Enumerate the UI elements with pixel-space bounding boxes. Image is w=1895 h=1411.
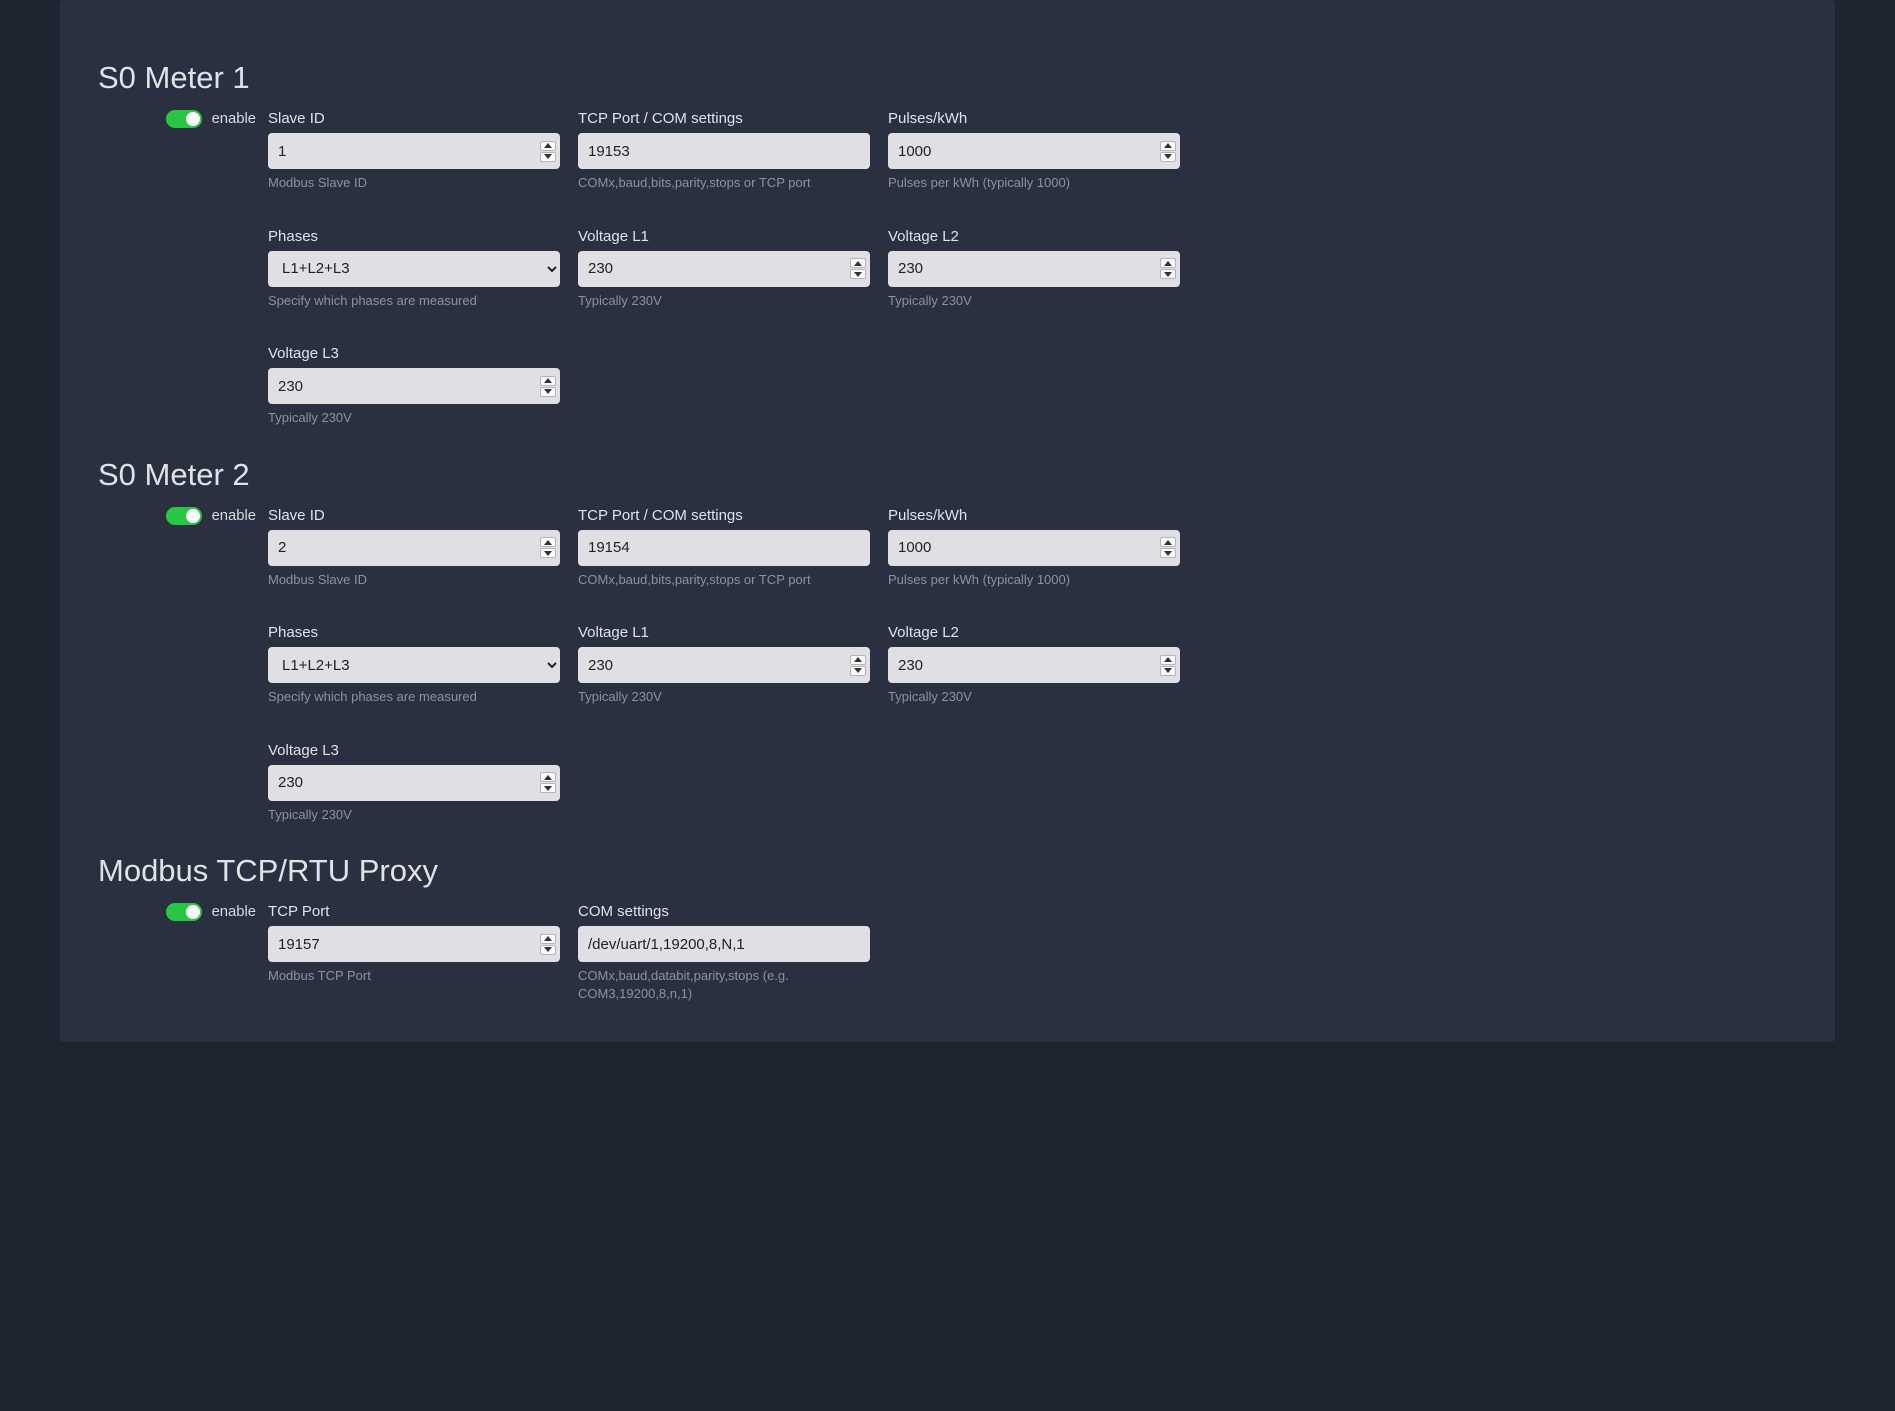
field-vl1-m1: Voltage L1 Typically 230V	[578, 228, 870, 310]
enable-label: enable	[212, 904, 256, 920]
field-pulses-m2: Pulses/kWh Pulses per kWh (typically 100…	[888, 507, 1180, 589]
proxy-port-input[interactable]	[268, 926, 560, 962]
label: Voltage L3	[268, 742, 560, 759]
label: Pulses/kWh	[888, 110, 1180, 127]
vl3-input-m2[interactable]	[268, 765, 560, 801]
field-proxy-com: COM settings COMx,baud,databit,parity,st…	[578, 903, 870, 1002]
help: Typically 230V	[888, 292, 1180, 310]
stepper-down-icon[interactable]	[540, 783, 556, 793]
slave-id-input-m2[interactable]	[268, 530, 560, 566]
stepper-down-icon[interactable]	[850, 269, 866, 279]
field-phases-m1: Phases L1+L2+L3 Specify which phases are…	[268, 228, 560, 310]
phases-select-m1[interactable]: L1+L2+L3	[268, 251, 560, 287]
settings-panel: S0 Meter 1 enable Slave ID Modbus Slave …	[60, 0, 1835, 1042]
stepper-up-icon[interactable]	[850, 655, 866, 665]
label: Phases	[268, 228, 560, 245]
vl1-input-m2[interactable]	[578, 647, 870, 683]
help: Typically 230V	[888, 688, 1180, 706]
stepper-down-icon[interactable]	[1160, 269, 1176, 279]
enable-label: enable	[212, 111, 256, 127]
label: Slave ID	[268, 507, 560, 524]
pulses-input-m2[interactable]	[888, 530, 1180, 566]
help: COMx,baud,databit,parity,stops (e.g. COM…	[578, 967, 870, 1002]
help: Pulses per kWh (typically 1000)	[888, 571, 1180, 589]
tcp-input-m2[interactable]	[578, 530, 870, 566]
field-slave-id-m2: Slave ID Modbus Slave ID	[268, 507, 560, 589]
stepper-down-icon[interactable]	[540, 548, 556, 558]
proxy-com-input[interactable]	[578, 926, 870, 962]
phases-select-m2[interactable]: L1+L2+L3	[268, 647, 560, 683]
label: TCP Port / COM settings	[578, 507, 870, 524]
field-vl1-m2: Voltage L1 Typically 230V	[578, 624, 870, 706]
help: Specify which phases are measured	[268, 688, 560, 706]
stepper-up-icon[interactable]	[540, 772, 556, 782]
enable-label: enable	[212, 508, 256, 524]
help: Typically 230V	[578, 292, 870, 310]
vl1-input-m1[interactable]	[578, 251, 870, 287]
label: TCP Port / COM settings	[578, 110, 870, 127]
help: COMx,baud,bits,parity,stops or TCP port	[578, 571, 870, 589]
vl2-input-m1[interactable]	[888, 251, 1180, 287]
enable-toggle-meter2[interactable]	[166, 507, 202, 525]
stepper-up-icon[interactable]	[540, 141, 556, 151]
help: Typically 230V	[268, 806, 560, 824]
label: COM settings	[578, 903, 870, 920]
enable-toggle-meter1[interactable]	[166, 110, 202, 128]
field-vl3-m2: Voltage L3 Typically 230V	[268, 742, 560, 824]
field-vl2-m2: Voltage L2 Typically 230V	[888, 624, 1180, 706]
pulses-input-m1[interactable]	[888, 133, 1180, 169]
stepper-down-icon[interactable]	[540, 152, 556, 162]
help: Typically 230V	[268, 409, 560, 427]
help: Pulses per kWh (typically 1000)	[888, 174, 1180, 192]
stepper-up-icon[interactable]	[1160, 258, 1176, 268]
stepper-down-icon[interactable]	[540, 387, 556, 397]
stepper-down-icon[interactable]	[1160, 666, 1176, 676]
stepper-up-icon[interactable]	[540, 376, 556, 386]
help: Modbus TCP Port	[268, 967, 560, 985]
label: Voltage L2	[888, 228, 1180, 245]
stepper-down-icon[interactable]	[540, 945, 556, 955]
enable-toggle-proxy[interactable]	[166, 903, 202, 921]
stepper-up-icon[interactable]	[540, 934, 556, 944]
field-tcp-m1: TCP Port / COM settings COMx,baud,bits,p…	[578, 110, 870, 192]
section-title-proxy: Modbus TCP/RTU Proxy	[98, 853, 1797, 889]
label: Phases	[268, 624, 560, 641]
help: Modbus Slave ID	[268, 174, 560, 192]
help: Modbus Slave ID	[268, 571, 560, 589]
stepper-up-icon[interactable]	[1160, 141, 1176, 151]
label: Voltage L2	[888, 624, 1180, 641]
section-title-meter1: S0 Meter 1	[98, 60, 1797, 96]
section-title-meter2: S0 Meter 2	[98, 457, 1797, 493]
field-tcp-m2: TCP Port / COM settings COMx,baud,bits,p…	[578, 507, 870, 589]
stepper-up-icon[interactable]	[540, 537, 556, 547]
label: Voltage L1	[578, 228, 870, 245]
tcp-input-m1[interactable]	[578, 133, 870, 169]
slave-id-input-m1[interactable]	[268, 133, 560, 169]
label: Voltage L1	[578, 624, 870, 641]
field-vl2-m1: Voltage L2 Typically 230V	[888, 228, 1180, 310]
stepper-up-icon[interactable]	[850, 258, 866, 268]
field-vl3-m1: Voltage L3 Typically 230V	[268, 345, 560, 427]
stepper-up-icon[interactable]	[1160, 537, 1176, 547]
label: Slave ID	[268, 110, 560, 127]
help: Typically 230V	[578, 688, 870, 706]
label: TCP Port	[268, 903, 560, 920]
stepper-down-icon[interactable]	[850, 666, 866, 676]
stepper-down-icon[interactable]	[1160, 152, 1176, 162]
field-slave-id-m1: Slave ID Modbus Slave ID	[268, 110, 560, 192]
field-pulses-m1: Pulses/kWh Pulses per kWh (typically 100…	[888, 110, 1180, 192]
help: Specify which phases are measured	[268, 292, 560, 310]
field-proxy-port: TCP Port Modbus TCP Port	[268, 903, 560, 1002]
label: Voltage L3	[268, 345, 560, 362]
label: Pulses/kWh	[888, 507, 1180, 524]
help: COMx,baud,bits,parity,stops or TCP port	[578, 174, 870, 192]
field-phases-m2: Phases L1+L2+L3 Specify which phases are…	[268, 624, 560, 706]
stepper-up-icon[interactable]	[1160, 655, 1176, 665]
vl3-input-m1[interactable]	[268, 368, 560, 404]
vl2-input-m2[interactable]	[888, 647, 1180, 683]
stepper-down-icon[interactable]	[1160, 548, 1176, 558]
